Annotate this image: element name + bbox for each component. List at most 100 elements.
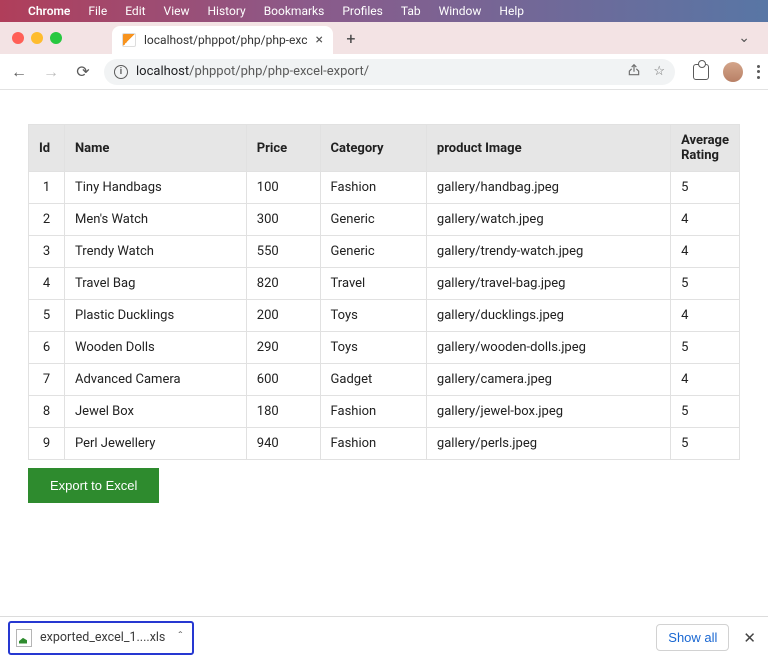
cell-category: Fashion [320, 396, 426, 428]
new-tab-button[interactable]: + [339, 26, 363, 50]
cell-image: gallery/jewel-box.jpeg [426, 396, 670, 428]
cell-price: 940 [246, 428, 320, 460]
table-row: 1Tiny Handbags100Fashiongallery/handbag.… [29, 172, 740, 204]
cell-image: gallery/handbag.jpeg [426, 172, 670, 204]
chrome-titlebar: localhost/phppot/php/php-exc × + ⌄ [0, 22, 768, 54]
menubar-tab[interactable]: Tab [401, 4, 421, 18]
menubar-file[interactable]: File [88, 4, 107, 18]
cell-id: 1 [29, 172, 65, 204]
close-download-shelf-icon[interactable]: ✕ [739, 625, 760, 651]
cell-price: 300 [246, 204, 320, 236]
cell-price: 200 [246, 300, 320, 332]
cell-category: Generic [320, 204, 426, 236]
th-id: Id [29, 125, 65, 172]
menubar-window[interactable]: Window [439, 4, 482, 18]
menubar-view[interactable]: View [164, 4, 190, 18]
reload-button[interactable]: ⟳ [72, 62, 94, 81]
maximize-window-button[interactable] [50, 32, 62, 44]
macos-menubar: Chrome File Edit View History Bookmarks … [0, 0, 768, 22]
download-menu-chevron-icon[interactable]: ˆ [177, 630, 183, 645]
extensions-icon[interactable] [693, 64, 709, 80]
table-row: 5Plastic Ducklings200Toysgallery/ducklin… [29, 300, 740, 332]
share-icon[interactable] [627, 63, 641, 81]
minimize-window-button[interactable] [31, 32, 43, 44]
menubar-app[interactable]: Chrome [28, 4, 70, 18]
url-text: localhost/phppot/php/php-excel-export/ [136, 64, 619, 79]
cell-id: 8 [29, 396, 65, 428]
download-item[interactable]: exported_excel_1....xls ˆ [8, 621, 194, 655]
profile-avatar[interactable] [723, 62, 743, 82]
cell-image: gallery/travel-bag.jpeg [426, 268, 670, 300]
table-row: 6Wooden Dolls290Toysgallery/wooden-dolls… [29, 332, 740, 364]
menubar-help[interactable]: Help [499, 4, 524, 18]
cell-image: gallery/ducklings.jpeg [426, 300, 670, 332]
cell-category: Toys [320, 332, 426, 364]
cell-id: 5 [29, 300, 65, 332]
cell-image: gallery/wooden-dolls.jpeg [426, 332, 670, 364]
cell-category: Gadget [320, 364, 426, 396]
chrome-toolbar: ← → ⟳ i localhost/phppot/php/php-excel-e… [0, 54, 768, 90]
menubar-history[interactable]: History [208, 4, 246, 18]
cell-id: 2 [29, 204, 65, 236]
table-row: 3Trendy Watch550Genericgallery/trendy-wa… [29, 236, 740, 268]
cell-price: 820 [246, 268, 320, 300]
cell-price: 290 [246, 332, 320, 364]
xls-file-icon [16, 629, 32, 647]
th-category: Category [320, 125, 426, 172]
cell-id: 3 [29, 236, 65, 268]
cell-name: Perl Jewellery [65, 428, 247, 460]
cell-category: Fashion [320, 172, 426, 204]
cell-rating: 5 [671, 332, 740, 364]
menubar-edit[interactable]: Edit [125, 4, 145, 18]
cell-id: 4 [29, 268, 65, 300]
cell-name: Jewel Box [65, 396, 247, 428]
th-rating: Average Rating [671, 125, 740, 172]
cell-name: Travel Bag [65, 268, 247, 300]
download-shelf: exported_excel_1....xls ˆ Show all ✕ [0, 616, 768, 658]
menubar-profiles[interactable]: Profiles [342, 4, 383, 18]
tab-search-icon[interactable]: ⌄ [738, 30, 750, 46]
table-header-row: Id Name Price Category product Image Ave… [29, 125, 740, 172]
cell-category: Toys [320, 300, 426, 332]
cell-image: gallery/trendy-watch.jpeg [426, 236, 670, 268]
cell-category: Fashion [320, 428, 426, 460]
export-to-excel-button[interactable]: Export to Excel [28, 468, 159, 503]
table-row: 7Advanced Camera600Gadgetgallery/camera.… [29, 364, 740, 396]
table-row: 2Men's Watch300Genericgallery/watch.jpeg… [29, 204, 740, 236]
cell-name: Tiny Handbags [65, 172, 247, 204]
cell-image: gallery/watch.jpeg [426, 204, 670, 236]
table-row: 9Perl Jewellery940Fashiongallery/perls.j… [29, 428, 740, 460]
show-all-downloads-button[interactable]: Show all [656, 624, 729, 651]
bookmark-star-icon[interactable]: ☆ [653, 64, 665, 79]
cell-name: Trendy Watch [65, 236, 247, 268]
browser-tab[interactable]: localhost/phppot/php/php-exc × [112, 26, 333, 54]
cell-price: 600 [246, 364, 320, 396]
cell-id: 9 [29, 428, 65, 460]
cell-rating: 4 [671, 300, 740, 332]
cell-rating: 5 [671, 268, 740, 300]
site-info-icon[interactable]: i [114, 65, 128, 79]
close-window-button[interactable] [12, 32, 24, 44]
window-controls [12, 32, 62, 44]
cell-rating: 5 [671, 396, 740, 428]
back-button[interactable]: ← [8, 62, 30, 82]
chrome-menu-icon[interactable] [757, 65, 760, 79]
cell-rating: 5 [671, 172, 740, 204]
cell-price: 100 [246, 172, 320, 204]
cell-rating: 4 [671, 236, 740, 268]
cell-name: Wooden Dolls [65, 332, 247, 364]
cell-name: Plastic Ducklings [65, 300, 247, 332]
th-name: Name [65, 125, 247, 172]
cell-price: 550 [246, 236, 320, 268]
cell-rating: 4 [671, 364, 740, 396]
cell-image: gallery/camera.jpeg [426, 364, 670, 396]
download-filename: exported_excel_1....xls [40, 630, 165, 645]
tab-title: localhost/phppot/php/php-exc [144, 33, 307, 47]
close-tab-icon[interactable]: × [315, 32, 322, 48]
tab-strip: localhost/phppot/php/php-exc × + ⌄ [112, 22, 756, 54]
address-bar[interactable]: i localhost/phppot/php/php-excel-export/… [104, 59, 675, 85]
forward-button: → [40, 62, 62, 82]
cell-image: gallery/perls.jpeg [426, 428, 670, 460]
menubar-bookmarks[interactable]: Bookmarks [264, 4, 325, 18]
cell-name: Advanced Camera [65, 364, 247, 396]
